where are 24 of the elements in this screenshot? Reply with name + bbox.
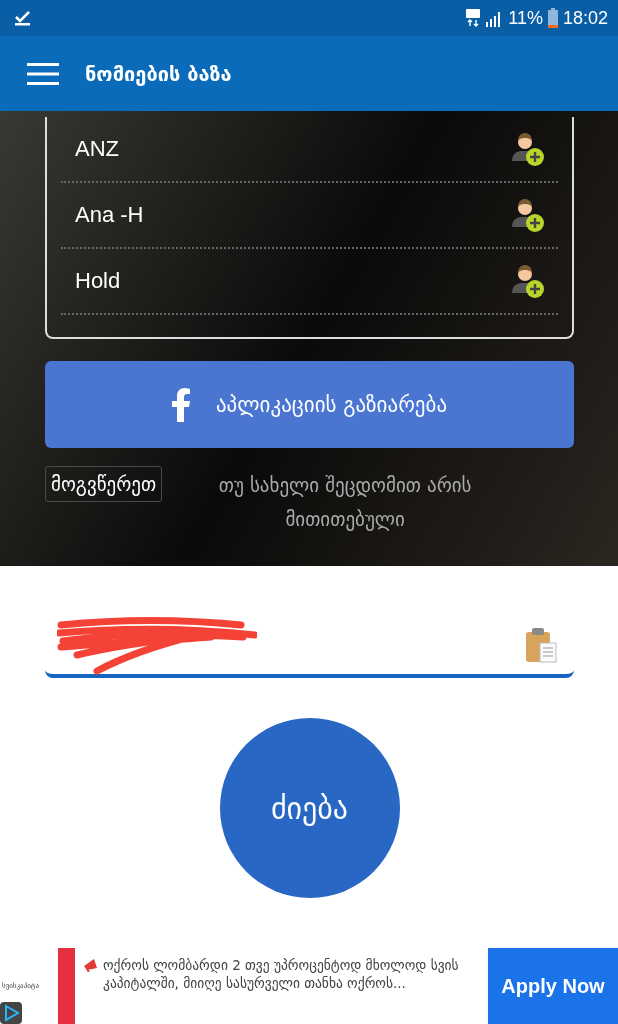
menu-icon[interactable] [27,62,59,85]
share-app-button[interactable]: აპლიკაციის გაზიარება [45,361,574,448]
name-text: Ana -H [75,202,144,228]
add-person-icon[interactable] [510,131,546,167]
name-text: ANZ [75,136,119,162]
add-person-icon[interactable] [510,263,546,299]
download-done-icon [14,10,32,26]
apply-now-button[interactable]: Apply Now [488,948,618,1024]
network-4g-icon [466,9,481,27]
clock: 18:02 [562,7,608,29]
ad-text: ოქროს ლომბარდი 2 თვე უპროცენტოდ მხოლოდ სვის კაპიტალში, მიიღე სასურველი თანხა ოქროს... [103,956,460,992]
add-person-icon[interactable] [510,197,546,233]
ad-choices-icon[interactable] [0,1002,22,1024]
contact-us-button[interactable]: მოგვწერეთ [45,466,163,502]
search-button[interactable]: ძიება [219,718,400,898]
battery-icon [547,8,558,28]
battery-percent: 11% [508,7,543,29]
facebook-f-icon [171,387,190,422]
name-text: Hold [75,268,121,294]
app-title: ნომიების ბაზა [85,61,232,86]
clipboard-icon[interactable] [524,627,558,663]
report-hint-text: თუ სახელი შეცდომით არის მითითებული [217,473,473,533]
megaphone-icon [83,958,99,972]
search-field[interactable] [45,616,574,678]
